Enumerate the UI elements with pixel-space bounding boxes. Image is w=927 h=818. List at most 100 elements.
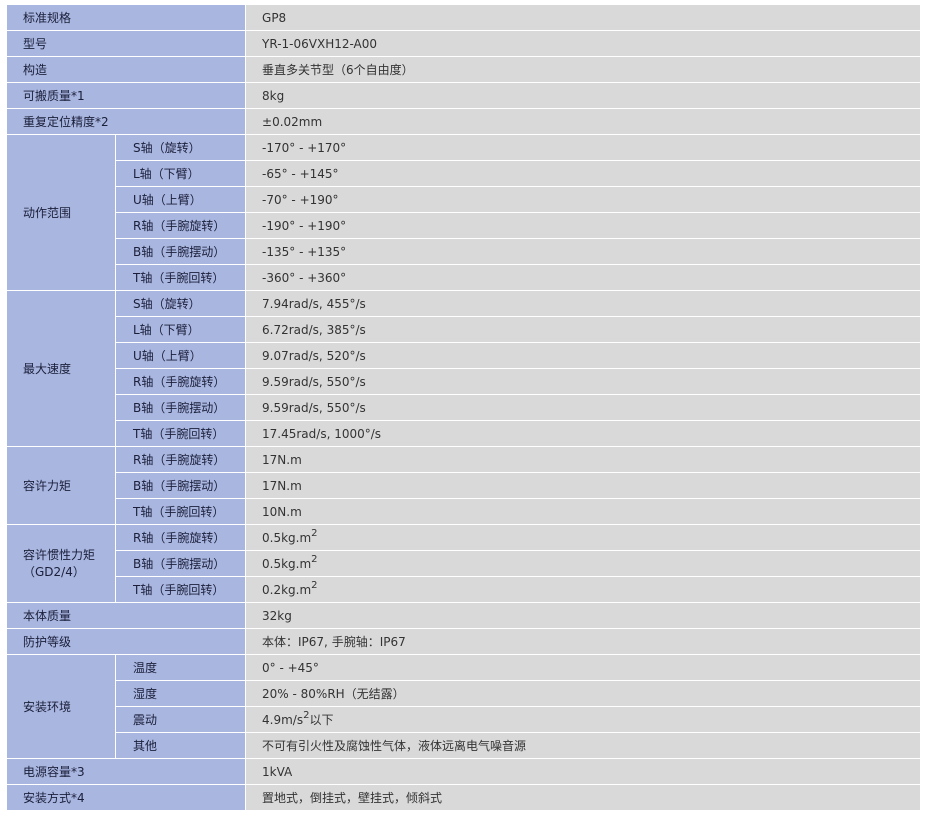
row-value: 20% - 80%RH（无结露）: [246, 681, 921, 707]
row-value: GP8: [246, 5, 921, 31]
spec-row: R轴（手腕旋转） 9.59rad/s, 550°/s: [7, 369, 921, 395]
spec-row: T轴（手腕回转） 17.45rad/s, 1000°/s: [7, 421, 921, 447]
row-value: 7.94rad/s, 455°/s: [246, 291, 921, 317]
row-sublabel: S轴（旋转）: [116, 135, 247, 161]
row-label: 可搬质量*1: [7, 83, 247, 109]
spec-row: R轴（手腕旋转） -190° - +190°: [7, 213, 921, 239]
group-label-line: （GD2/4）: [23, 564, 85, 579]
row-value: 0.5kg.m2: [246, 551, 921, 577]
spec-row: B轴（手腕摆动） 9.59rad/s, 550°/s: [7, 395, 921, 421]
spec-row: 电源容量*3 1kVA: [7, 759, 921, 785]
spec-row: B轴（手腕摆动） 0.5kg.m2: [7, 551, 921, 577]
group-label-motion-range: 动作范围: [7, 135, 116, 291]
spec-row: 最大速度 S轴（旋转） 7.94rad/s, 455°/s: [7, 291, 921, 447]
row-value: 8kg: [246, 83, 921, 109]
row-sublabel: R轴（手腕旋转）: [116, 369, 247, 395]
row-value: 本体：IP67, 手腕轴：IP67: [246, 629, 921, 655]
row-sublabel: L轴（下臂）: [116, 317, 247, 343]
spec-row: T轴（手腕回转） 10N.m: [7, 499, 921, 525]
row-sublabel: R轴（手腕旋转）: [116, 213, 247, 239]
value-text: 4.9m/s: [262, 713, 304, 727]
spec-row: 可搬质量*1 8kg: [7, 83, 921, 109]
row-sublabel: U轴（上臂）: [116, 343, 247, 369]
spec-table: 标准规格 GP8 型号 YR-1-06VXH12-A00 构造 垂直多关节型（6…: [7, 5, 921, 811]
row-label: 电源容量*3: [7, 759, 247, 785]
group-label-allowable-torque: 容许力矩: [7, 447, 116, 525]
row-sublabel: T轴（手腕回转）: [116, 265, 247, 291]
spec-row: 构造 垂直多关节型（6个自由度）: [7, 57, 921, 83]
value-text: 0.5kg.m: [262, 530, 312, 545]
spec-row: 安装方式*4 置地式，倒挂式，壁挂式，倾斜式: [7, 785, 921, 811]
group-label-environment: 安装环境: [7, 655, 116, 759]
row-sublabel: T轴（手腕回转）: [116, 421, 247, 447]
row-sublabel: B轴（手腕摆动）: [116, 473, 247, 499]
row-value: 17.45rad/s, 1000°/s: [246, 421, 921, 447]
row-value: 1kVA: [246, 759, 921, 785]
row-value: -70° - +190°: [246, 187, 921, 213]
row-sublabel: 湿度: [116, 681, 247, 707]
superscript: 2: [311, 553, 318, 565]
group-label-max-speed: 最大速度: [7, 291, 116, 447]
row-value: -190° - +190°: [246, 213, 921, 239]
spec-row: 型号 YR-1-06VXH12-A00: [7, 31, 921, 57]
row-sublabel: T轴（手腕回转）: [116, 499, 247, 525]
row-value: 不可有引火性及腐蚀性气体，液体远离电气噪音源: [246, 733, 921, 759]
spec-row: B轴（手腕摆动） 17N.m: [7, 473, 921, 499]
spec-row: L轴（下臂） 6.72rad/s, 385°/s: [7, 317, 921, 343]
row-label: 本体质量: [7, 603, 247, 629]
row-sublabel: U轴（上臂）: [116, 187, 247, 213]
spec-row: B轴（手腕摆动） -135° - +135°: [7, 239, 921, 265]
row-value: -65° - +145°: [246, 161, 921, 187]
group-label-line: 容许惯性力矩: [23, 547, 96, 562]
superscript: 2: [311, 579, 318, 591]
row-label: 构造: [7, 57, 247, 83]
spec-row: 防护等级 本体：IP67, 手腕轴：IP67: [7, 629, 921, 655]
spec-row: U轴（上臂） 9.07rad/s, 520°/s: [7, 343, 921, 369]
row-sublabel: B轴（手腕摆动）: [116, 551, 247, 577]
row-value: -170° - +170°: [246, 135, 921, 161]
spec-row: 容许力矩 R轴（手腕旋转） 17N.m: [7, 447, 921, 525]
spec-row: 本体质量 32kg: [7, 603, 921, 629]
row-value: YR-1-06VXH12-A00: [246, 31, 921, 57]
spec-row: T轴（手腕回转） -360° - +360°: [7, 265, 921, 291]
row-sublabel: 温度: [116, 655, 247, 681]
row-value: 4.9m/s2以下: [246, 707, 921, 733]
spec-row: U轴（上臂） -70° - +190°: [7, 187, 921, 213]
row-value: -135° - +135°: [246, 239, 921, 265]
row-value: 垂直多关节型（6个自由度）: [246, 57, 921, 83]
superscript: 2: [311, 527, 318, 539]
row-sublabel: T轴（手腕回转）: [116, 577, 247, 603]
row-sublabel: R轴（手腕旋转）: [116, 525, 247, 551]
row-value: 9.59rad/s, 550°/s: [246, 395, 921, 421]
value-text: 0.5kg.m: [262, 556, 312, 571]
spec-row: 湿度 20% - 80%RH（无结露）: [7, 681, 921, 707]
superscript: 2: [303, 710, 310, 721]
row-value: 0.2kg.m2: [246, 577, 921, 603]
spec-row: 容许惯性力矩 （GD2/4） R轴（手腕旋转） 0.5kg.m2: [7, 525, 921, 603]
spec-row: 震动 4.9m/s2以下: [7, 707, 921, 733]
row-sublabel: B轴（手腕摆动）: [116, 239, 247, 265]
row-label: 防护等级: [7, 629, 247, 655]
row-value: 17N.m: [246, 447, 921, 473]
row-label: 安装方式*4: [7, 785, 247, 811]
row-value: 32kg: [246, 603, 921, 629]
spec-row: 安装环境 温度 0° - +45°: [7, 655, 921, 759]
spec-row: 标准规格 GP8: [7, 5, 921, 31]
spec-row: L轴（下臂） -65° - +145°: [7, 161, 921, 187]
spec-row: 重复定位精度*2 ±0.02mm: [7, 109, 921, 135]
spec-row: 其他 不可有引火性及腐蚀性气体，液体远离电气噪音源: [7, 733, 921, 759]
value-text: 以下: [309, 713, 334, 727]
row-value: ±0.02mm: [246, 109, 921, 135]
row-label: 型号: [7, 31, 247, 57]
row-value: 17N.m: [246, 473, 921, 499]
row-label: 标准规格: [7, 5, 247, 31]
group-label-inertia: 容许惯性力矩 （GD2/4）: [7, 525, 116, 603]
row-value: 10N.m: [246, 499, 921, 525]
row-sublabel: R轴（手腕旋转）: [116, 447, 247, 473]
row-value: 6.72rad/s, 385°/s: [246, 317, 921, 343]
row-value: 9.07rad/s, 520°/s: [246, 343, 921, 369]
row-value: 0° - +45°: [246, 655, 921, 681]
row-sublabel: B轴（手腕摆动）: [116, 395, 247, 421]
row-sublabel: 震动: [116, 707, 247, 733]
value-text: 0.2kg.m: [262, 582, 312, 597]
